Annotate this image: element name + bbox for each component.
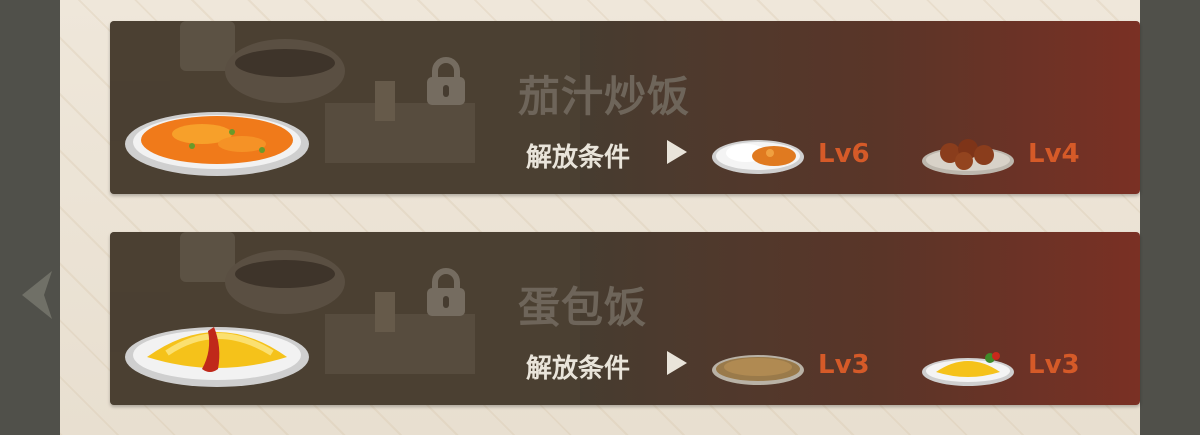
right-backdrop <box>1140 0 1200 435</box>
recipe-card-tomato-fried-rice[interactable]: 茄汁炒饭 解放条件 Lv6 Lv4 <box>110 21 1140 194</box>
lock-icon <box>427 268 465 316</box>
fried-rice-icon <box>712 355 804 385</box>
lock-icon <box>427 57 465 105</box>
omelet-icon <box>922 352 1014 386</box>
omurice-icon <box>125 327 309 387</box>
arrow-left-icon[interactable] <box>12 265 60 325</box>
requirement-level: Lv3 <box>1028 350 1080 380</box>
karaage-chicken-icon <box>922 139 1014 175</box>
requirement-level: Lv4 <box>1028 139 1080 169</box>
recipe-card-omurice[interactable]: 蛋包饭 解放条件 Lv3 Lv3 <box>110 232 1140 405</box>
play-arrow-icon <box>667 351 687 375</box>
tomato-fried-rice-icon <box>125 112 309 176</box>
requirement-level: Lv6 <box>818 139 870 169</box>
curry-rice-icon <box>712 140 804 174</box>
play-arrow-icon <box>667 140 687 164</box>
unlock-condition-label: 解放条件 <box>526 354 631 384</box>
unlock-condition-label: 解放条件 <box>526 143 631 173</box>
recipe-name: 蛋包饭 <box>518 283 648 332</box>
recipe-name: 茄汁炒饭 <box>518 72 691 121</box>
left-backdrop <box>0 0 60 435</box>
requirement-level: Lv3 <box>818 350 870 380</box>
